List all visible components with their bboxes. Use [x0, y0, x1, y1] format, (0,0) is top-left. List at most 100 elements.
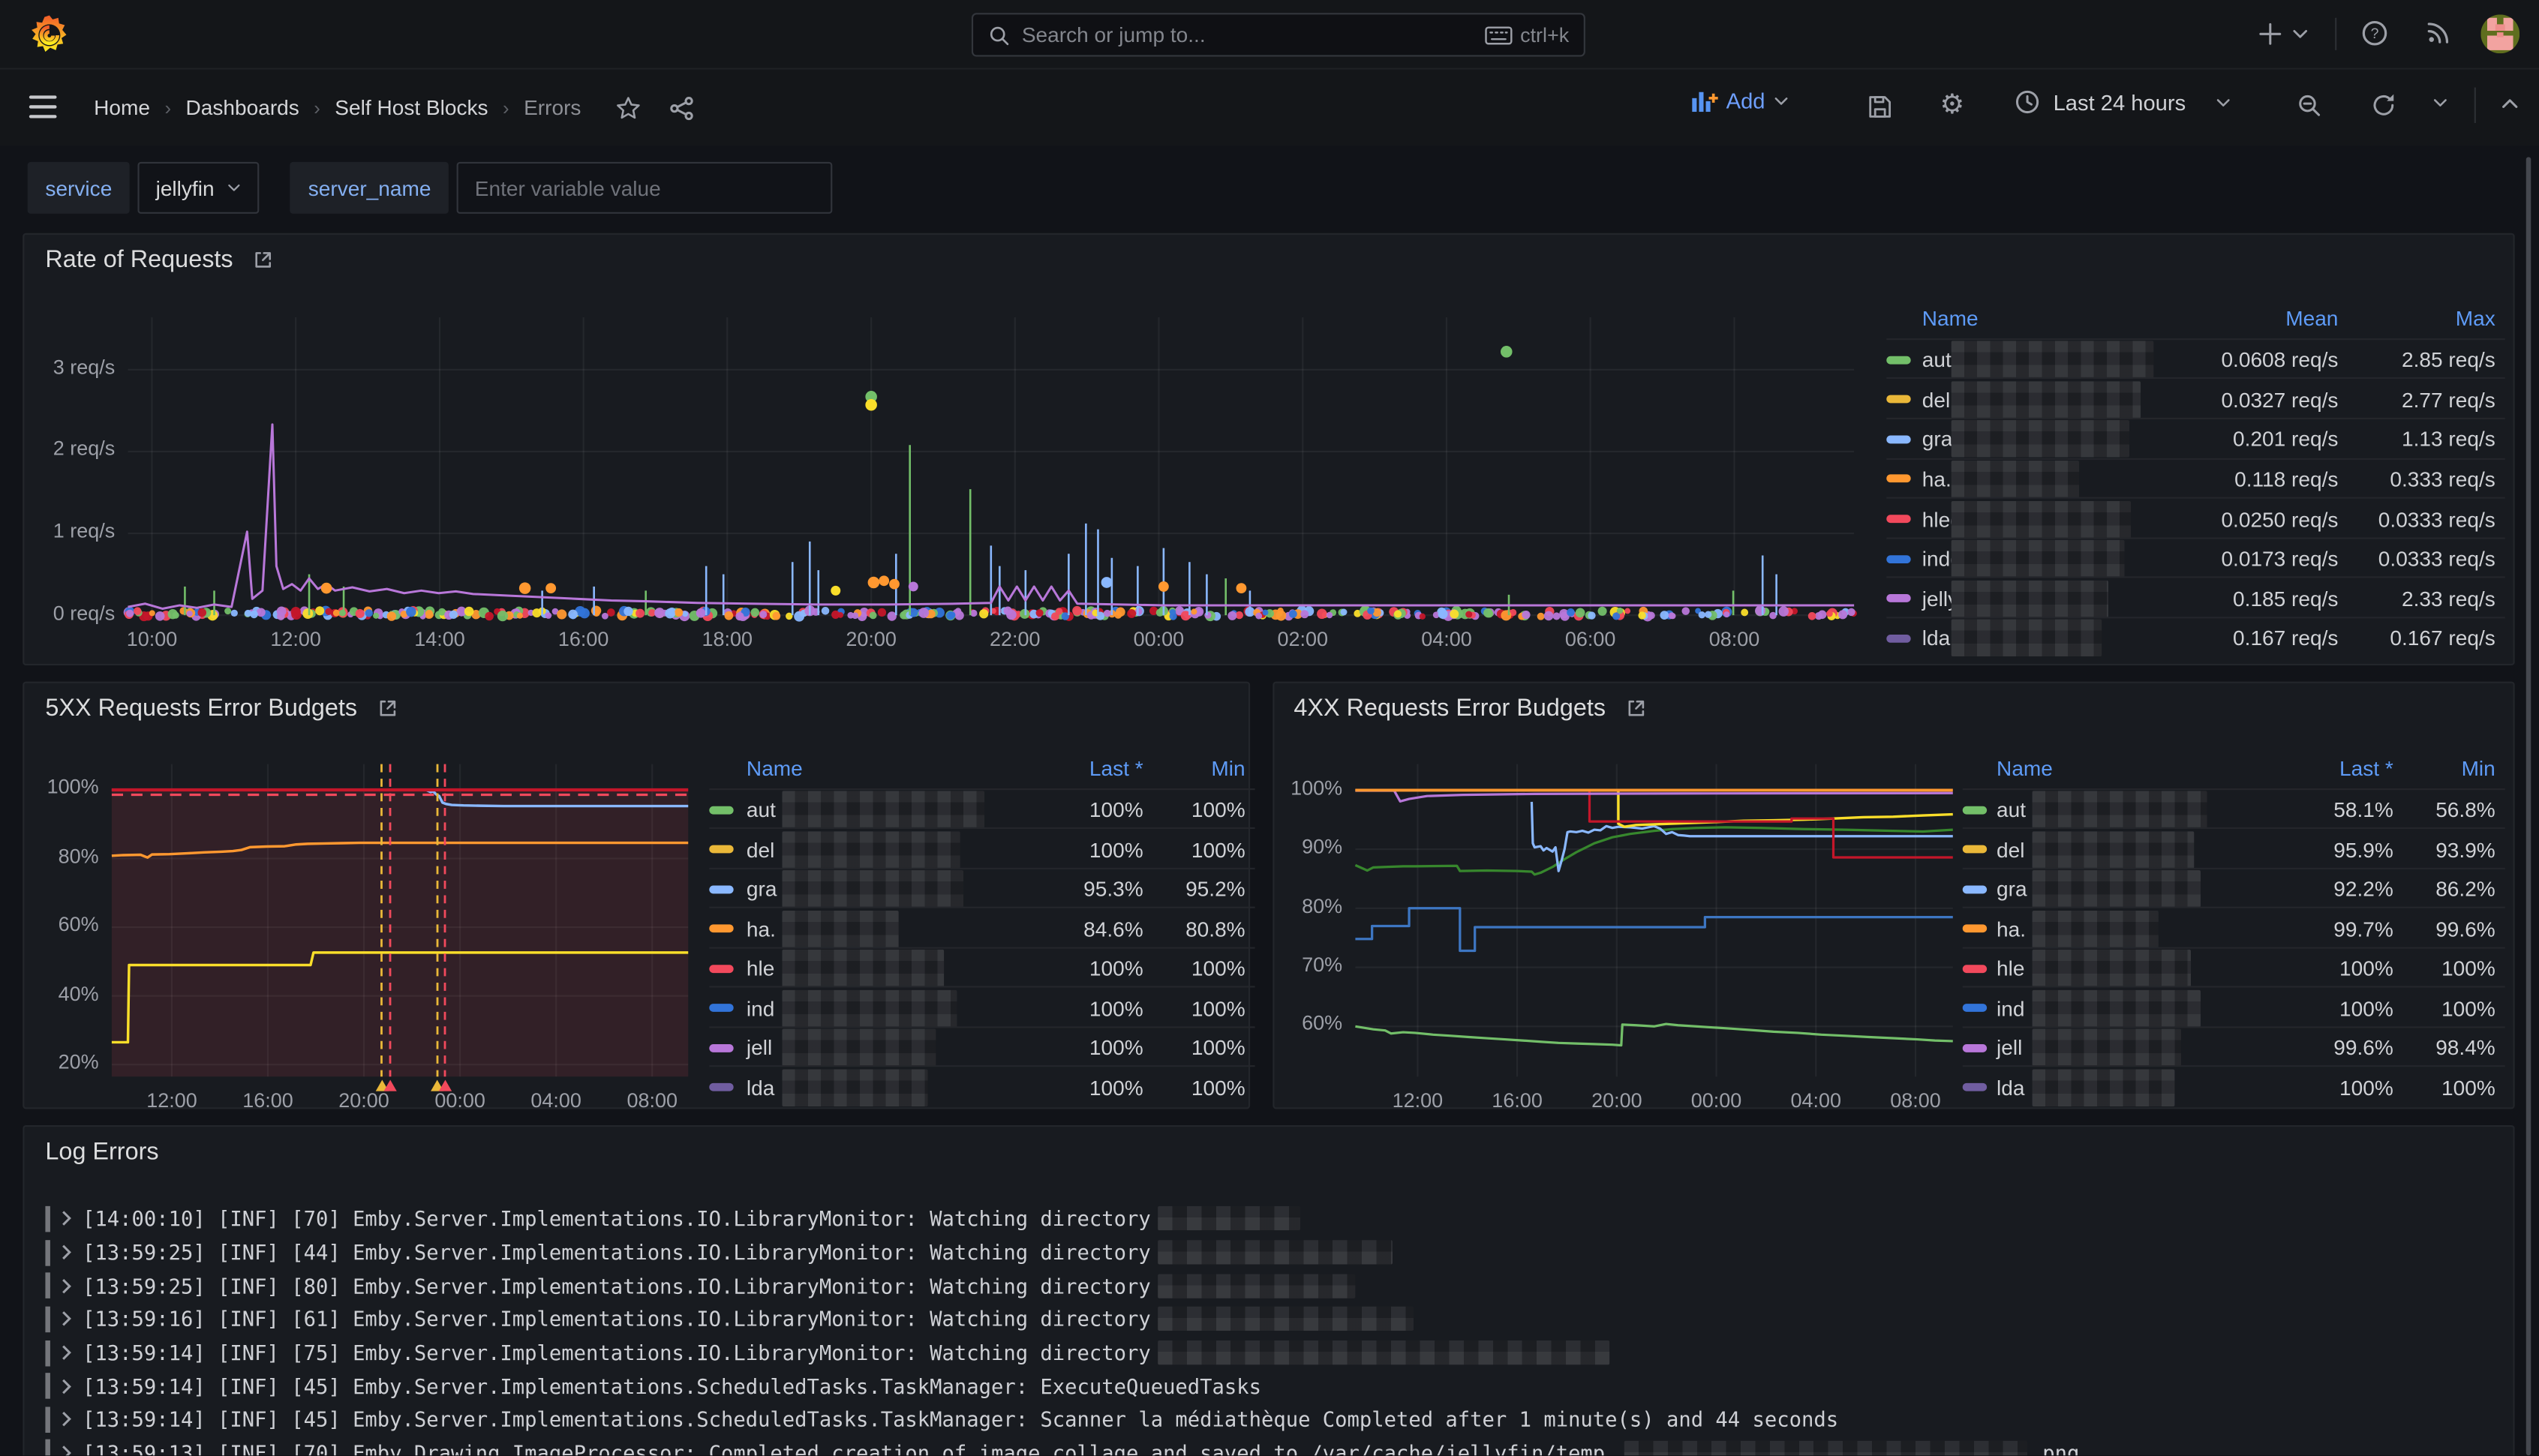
legend-value-2: 2.33 req/s	[2333, 587, 2495, 611]
breadcrumb: Home › Dashboards › Self Host Blocks › E…	[94, 70, 694, 146]
legend-row[interactable]: lda100%100%	[709, 1066, 1254, 1107]
expand-chevron-icon[interactable]	[60, 1310, 73, 1328]
redacted-text	[782, 830, 960, 868]
panel-title[interactable]: 5XX Requests Error Budgets	[45, 694, 398, 722]
user-avatar[interactable]	[2480, 14, 2519, 53]
legend-header-col2[interactable]: Max	[2333, 306, 2495, 330]
time-range-picker[interactable]: Last 24 hours	[2015, 89, 2231, 116]
legend-row[interactable]: hled0.0250 req/s0.0333 req/s	[1886, 497, 2504, 539]
series-color-pill	[1886, 595, 1910, 603]
help-icon[interactable]: ?	[2361, 20, 2389, 47]
legend-row[interactable]: ldap0.167 req/s0.167 req/s	[1886, 617, 2504, 658]
annotation-marker-icon[interactable]	[383, 1079, 396, 1090]
legend-header-name[interactable]: Name	[1922, 306, 1979, 330]
legend-row[interactable]: gra0.201 req/s1.13 req/s	[1886, 418, 2504, 459]
redacted-text	[782, 1069, 927, 1106]
log-row[interactable]: [13:59:14] [INF] [45] Emby.Server.Implem…	[45, 1403, 1838, 1436]
panel-title[interactable]: 4XX Requests Error Budgets	[1294, 694, 1646, 722]
legend-header-name[interactable]: Name	[747, 755, 803, 779]
new-chevron-icon[interactable]	[2291, 28, 2309, 41]
external-link-icon[interactable]	[1625, 697, 1646, 718]
legend-row[interactable]: del95.9%93.9%	[1963, 827, 2505, 869]
external-link-icon[interactable]	[377, 697, 398, 718]
legend-row[interactable]: auth0.0608 req/s2.85 req/s	[1886, 338, 2504, 379]
expand-chevron-icon[interactable]	[60, 1444, 73, 1456]
legend-row[interactable]: inde0.0173 req/s0.0333 req/s	[1886, 537, 2504, 578]
save-dashboard-button[interactable]	[1867, 94, 1893, 120]
legend-value-2: 100%	[1083, 1075, 1245, 1099]
grafana-logo[interactable]	[29, 13, 70, 56]
legend-row[interactable]: lda100%100%	[1963, 1066, 2505, 1107]
legend-row[interactable]: aut58.1%56.8%	[1963, 788, 2505, 830]
legend-row[interactable]: hle100%100%	[1963, 947, 2505, 988]
legend-value-2: 100%	[1083, 995, 1245, 1019]
share-icon[interactable]	[669, 95, 695, 121]
favorite-star-icon[interactable]	[615, 95, 642, 121]
chart-canvas[interactable]	[112, 764, 688, 1076]
legend-row[interactable]: ha.t0.118 req/s0.333 req/s	[1886, 458, 2504, 499]
legend-row[interactable]: ind100%100%	[1963, 986, 2505, 1028]
expand-chevron-icon[interactable]	[60, 1244, 73, 1262]
legend-row[interactable]: jell100%100%	[709, 1026, 1254, 1067]
chart-canvas[interactable]	[128, 317, 1854, 614]
x-axis-label: 12:00	[1369, 1088, 1466, 1111]
redacted-text	[1157, 1240, 1392, 1264]
legend-row[interactable]: jelly0.185 req/s2.33 req/s	[1886, 577, 2504, 618]
news-rss-icon[interactable]	[2426, 20, 2452, 46]
expand-chevron-icon[interactable]	[60, 1343, 73, 1361]
add-button[interactable]: Add	[1690, 89, 1789, 113]
redacted-text	[782, 989, 957, 1027]
legend-row[interactable]: del100%100%	[709, 827, 1254, 869]
expand-chevron-icon[interactable]	[60, 1277, 73, 1295]
breadcrumb-folder[interactable]: Self Host Blocks	[335, 95, 488, 119]
refresh-icon[interactable]	[2371, 92, 2397, 119]
page-scrollbar[interactable]	[2526, 157, 2531, 1455]
annotation-marker-icon[interactable]	[438, 1079, 451, 1090]
legend-header-col1[interactable]: Mean	[2160, 306, 2338, 330]
log-row[interactable]: [14:00:10] [INF] [70] Emby.Server.Implem…	[45, 1202, 1300, 1235]
legend-row[interactable]: ind100%100%	[709, 986, 1254, 1028]
log-row[interactable]: [13:59:25] [INF] [44] Emby.Server.Implem…	[45, 1235, 1392, 1268]
log-row[interactable]: [13:59:14] [INF] [45] Emby.Server.Implem…	[45, 1370, 1261, 1403]
log-row[interactable]: [13:59:14] [INF] [75] Emby.Server.Implem…	[45, 1336, 1609, 1369]
redacted-text	[1157, 1340, 1609, 1364]
legend-header-col2[interactable]: Min	[1083, 755, 1245, 779]
legend-row[interactable]: hle100%100%	[709, 947, 1254, 988]
legend-row[interactable]: jell99.6%98.4%	[1963, 1026, 2505, 1067]
new-button[interactable]	[2258, 21, 2284, 47]
legend-row[interactable]: aut100%100%	[709, 788, 1254, 830]
log-row[interactable]: [13:59:16] [INF] [61] Emby.Server.Implem…	[45, 1302, 1413, 1335]
legend-row[interactable]: ha.99.7%99.6%	[1963, 907, 2505, 948]
legend-row[interactable]: gra92.2%86.2%	[1963, 867, 2505, 908]
zoom-out-icon[interactable]	[2296, 92, 2322, 119]
search-input[interactable]: Search or jump to... ctrl+k	[972, 13, 1585, 56]
legend-value-2: 100%	[2333, 995, 2495, 1019]
legend-row[interactable]: gra95.3%95.2%	[709, 867, 1254, 908]
expand-chevron-icon[interactable]	[60, 1377, 73, 1395]
legend-header-name[interactable]: Name	[1997, 755, 2053, 779]
log-row[interactable]: [13:59:13] [INF] [70] Emby.Drawing.Image…	[45, 1436, 2079, 1456]
variable-servername-input[interactable]	[457, 162, 833, 214]
expand-chevron-icon[interactable]	[60, 1210, 73, 1228]
panel-title[interactable]: Rate of Requests	[45, 245, 273, 273]
y-axis-label: 80%	[10, 845, 99, 867]
series-color-pill	[1886, 515, 1910, 523]
variable-service-select[interactable]: jellyfin	[138, 162, 260, 214]
legend-row[interactable]: ha.84.6%80.8%	[709, 907, 1254, 948]
breadcrumb-dashboards[interactable]: Dashboards	[186, 95, 299, 119]
menu-toggle-icon[interactable]	[29, 95, 57, 118]
legend-header-col2[interactable]: Min	[2333, 755, 2495, 779]
redacted-text	[2033, 830, 2195, 868]
external-link-icon[interactable]	[252, 248, 273, 269]
legend-row[interactable]: delu0.0327 req/s2.77 req/s	[1886, 378, 2504, 419]
dashboard-settings-icon[interactable]: ⚙	[1940, 91, 1965, 120]
legend-value-2: 2.85 req/s	[2333, 347, 2495, 371]
chart-canvas[interactable]	[1355, 764, 1952, 1076]
log-row[interactable]: [13:59:25] [INF] [80] Emby.Server.Implem…	[45, 1269, 1354, 1302]
kiosk-mode-icon[interactable]	[2500, 97, 2519, 110]
refresh-interval-chevron-icon[interactable]	[2432, 97, 2449, 108]
y-axis-label: 90%	[1253, 836, 1342, 858]
breadcrumb-home[interactable]: Home	[94, 95, 150, 119]
expand-chevron-icon[interactable]	[60, 1410, 73, 1428]
series-color-pill	[1963, 1004, 1987, 1012]
